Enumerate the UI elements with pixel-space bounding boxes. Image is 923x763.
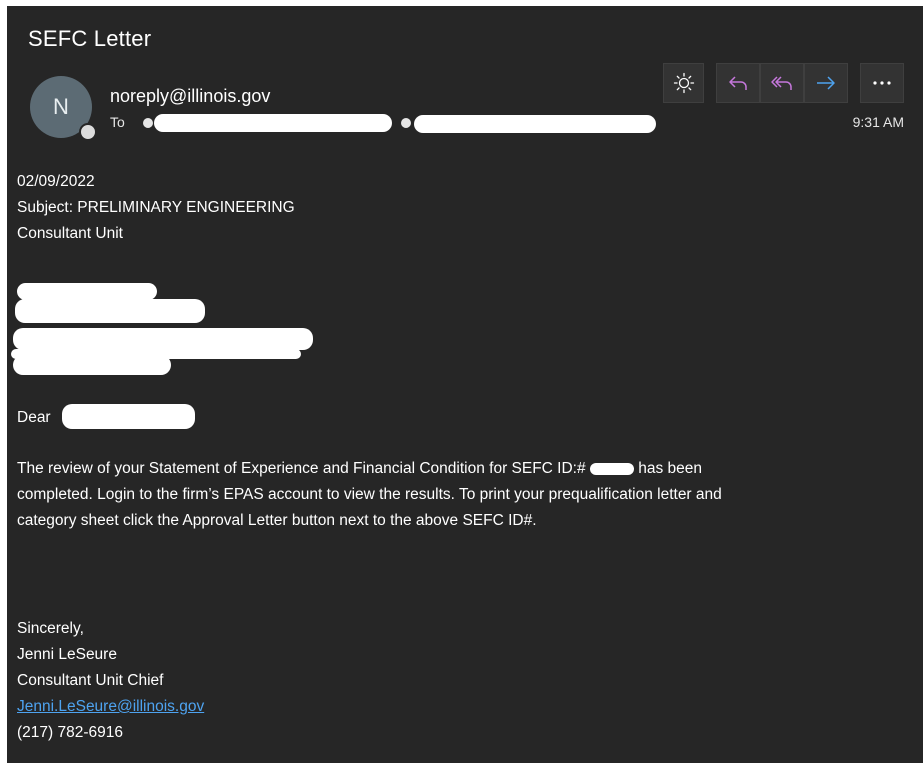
recipient-presence-dot [401, 118, 411, 128]
signature-email-link[interactable]: Jenni.LeSeure@illinois.gov [17, 694, 204, 720]
paragraph-line-3: category sheet click the Approval Letter… [17, 512, 537, 529]
letter-unit-line: Consultant Unit [17, 225, 123, 242]
redacted-address-line [13, 355, 171, 375]
signature-phone: (217) 782-6916 [17, 724, 123, 741]
forward-icon [815, 73, 837, 93]
presence-indicator [79, 123, 97, 141]
sun-icon [673, 72, 695, 94]
reply-icon [727, 73, 749, 93]
redacted-address-line [15, 299, 205, 323]
redacted-recipient [154, 114, 392, 132]
recipients-to-label: To [110, 114, 125, 130]
reply-all-button[interactable] [760, 63, 804, 103]
closing: Sincerely, [17, 620, 84, 637]
redacted-recipient-name [62, 404, 195, 429]
redacted-address-line [17, 283, 157, 300]
paragraph-line-1: The review of your Statement of Experien… [17, 456, 702, 482]
email-subject: SEFC Letter [28, 26, 152, 51]
recipient-presence-dot [143, 118, 153, 128]
redacted-sefc-id [589, 462, 634, 475]
theme-toggle-button[interactable] [663, 63, 704, 103]
salutation: Dear [17, 409, 51, 426]
reply-all-icon [770, 73, 794, 93]
forward-button[interactable] [804, 63, 848, 103]
paragraph-text-after-id: has been [638, 460, 703, 477]
signature-title: Consultant Unit Chief [17, 672, 164, 689]
avatar-initial: N [53, 94, 69, 119]
more-actions-button[interactable] [860, 63, 904, 103]
redacted-address-line [13, 328, 313, 350]
more-icon [872, 80, 892, 86]
email-reading-pane: SEFC Letter N noreply@illinois.gov To 9:… [7, 6, 923, 763]
letter-date: 02/09/2022 [17, 173, 95, 190]
letter-subject-line: Subject: PRELIMINARY ENGINEERING [17, 199, 295, 216]
paragraph-text-before-id: The review of your Statement of Experien… [17, 460, 586, 477]
signature-name: Jenni LeSeure [17, 646, 117, 663]
paragraph-line-2: completed. Login to the firm’s EPAS acco… [17, 486, 722, 503]
sender-address[interactable]: noreply@illinois.gov [110, 86, 270, 107]
received-time: 9:31 AM [852, 114, 904, 130]
reply-button[interactable] [716, 63, 760, 103]
redacted-recipient [414, 115, 656, 133]
